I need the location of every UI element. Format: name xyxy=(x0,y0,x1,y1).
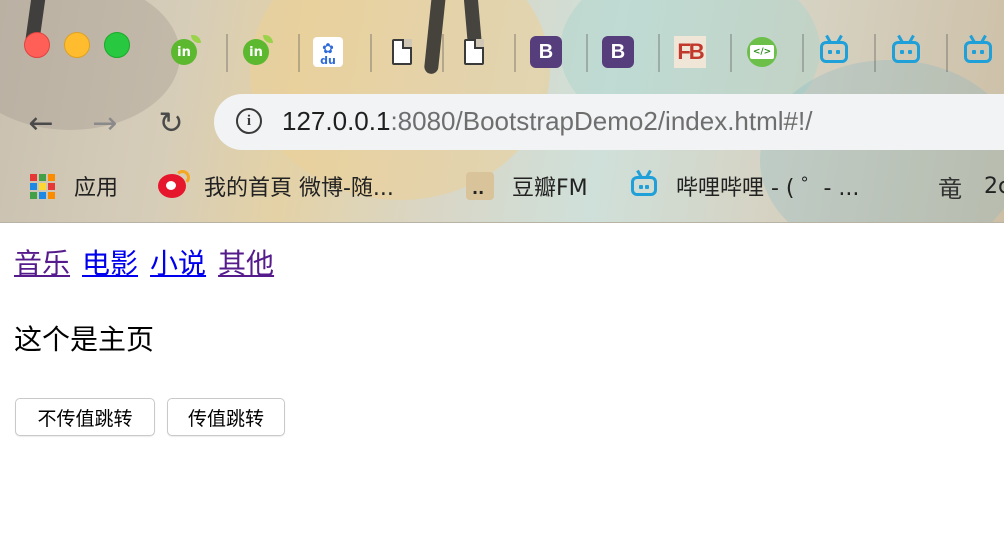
tab-separator xyxy=(730,34,732,72)
jump-without-param-button[interactable]: 不传值跳转 xyxy=(15,398,155,436)
back-button[interactable]: ← xyxy=(24,105,58,141)
tab-separator xyxy=(802,34,804,72)
invision-icon: in xyxy=(243,35,273,65)
tab-separator xyxy=(946,34,948,72)
tab-separator xyxy=(442,34,444,72)
bookmark-label: 哔哩哔哩 - ( ゜- ... xyxy=(676,176,860,201)
bilibili-icon xyxy=(892,41,920,63)
tab-bootstrap-2[interactable]: B xyxy=(602,36,634,68)
window-maximize-button[interactable] xyxy=(104,32,130,58)
info-icon[interactable]: i xyxy=(236,108,262,134)
bilibili-icon xyxy=(630,172,658,200)
bookmark-label: 应用 xyxy=(74,176,119,201)
baidu-icon: ✿ du xyxy=(313,37,343,67)
tab-separator xyxy=(226,34,228,72)
tab-code[interactable]: </> xyxy=(746,36,778,68)
tab-bilibili-3[interactable] xyxy=(962,36,994,68)
bookmark-bilibili[interactable]: 哔哩哔哩 - ( ゜- ... xyxy=(630,170,859,202)
nav-links: 音乐 电影 小说 其他 xyxy=(14,242,286,282)
bookmark-douban[interactable]: 豆瓣FM xyxy=(466,170,588,202)
jump-with-param-button[interactable]: 传值跳转 xyxy=(167,398,285,436)
bookmark-2c[interactable]: 竜 2c xyxy=(936,170,1004,203)
tab-fb[interactable]: FB xyxy=(674,36,706,68)
invision-icon: in xyxy=(171,35,201,65)
code-icon: </> xyxy=(747,37,777,67)
weibo-icon xyxy=(158,170,190,200)
bookmark-label: 豆瓣FM xyxy=(512,176,588,201)
address-url[interactable]: 127.0.0.1:8080/BootstrapDemo2/index.html… xyxy=(282,106,812,137)
document-icon xyxy=(392,39,412,65)
nav-link-other[interactable]: 其他 xyxy=(218,247,274,280)
tab-invision-2[interactable]: in xyxy=(240,35,273,68)
document-icon xyxy=(464,39,484,65)
bookmark-label: 我的首頁 微博-随... xyxy=(204,176,394,201)
tab-bilibili-1[interactable] xyxy=(818,36,850,68)
nav-link-music[interactable]: 音乐 xyxy=(14,247,70,280)
tab-separator xyxy=(586,34,588,72)
forward-button[interactable]: → xyxy=(88,105,122,141)
nav-link-novel[interactable]: 小说 xyxy=(150,247,206,280)
apps-grid-icon xyxy=(28,172,56,200)
fb-icon: FB xyxy=(674,36,706,68)
tab-bilibili-2[interactable] xyxy=(890,36,922,68)
tab-separator xyxy=(874,34,876,72)
reload-icon: ↻ xyxy=(158,105,184,141)
window-close-button[interactable] xyxy=(24,32,50,58)
tab-document-1[interactable] xyxy=(386,36,418,68)
reload-button[interactable]: ↻ xyxy=(154,105,188,141)
arrow-right-icon: → xyxy=(92,105,118,141)
browser-chrome: in in ✿ du B B FB </> ← → ↻ i 127.0.0.1:… xyxy=(0,0,1004,223)
arrow-left-icon: ← xyxy=(28,105,54,141)
bootstrap-icon: B xyxy=(602,36,634,68)
nav-link-movie[interactable]: 电影 xyxy=(82,247,138,280)
bootstrap-icon: B xyxy=(530,36,562,68)
bookmark-icon: 竜 xyxy=(938,174,962,203)
bilibili-icon xyxy=(820,41,848,63)
bookmark-label: 2c xyxy=(984,173,1004,199)
tab-invision-1[interactable]: in xyxy=(168,35,201,68)
bookmark-apps[interactable]: 应用 xyxy=(28,170,118,202)
bilibili-icon xyxy=(964,41,992,63)
douban-icon xyxy=(466,172,494,202)
bookmark-weibo[interactable]: 我的首頁 微博-随... xyxy=(158,170,394,202)
tab-document-2[interactable] xyxy=(458,36,490,68)
tab-baidu[interactable]: ✿ du xyxy=(312,36,344,68)
tab-separator xyxy=(658,34,660,72)
tab-separator xyxy=(298,34,300,72)
window-minimize-button[interactable] xyxy=(64,32,90,58)
page-heading: 这个是主页 xyxy=(14,323,155,356)
tab-separator xyxy=(514,34,516,72)
tab-separator xyxy=(370,34,372,72)
tab-bootstrap-1[interactable]: B xyxy=(530,36,562,68)
